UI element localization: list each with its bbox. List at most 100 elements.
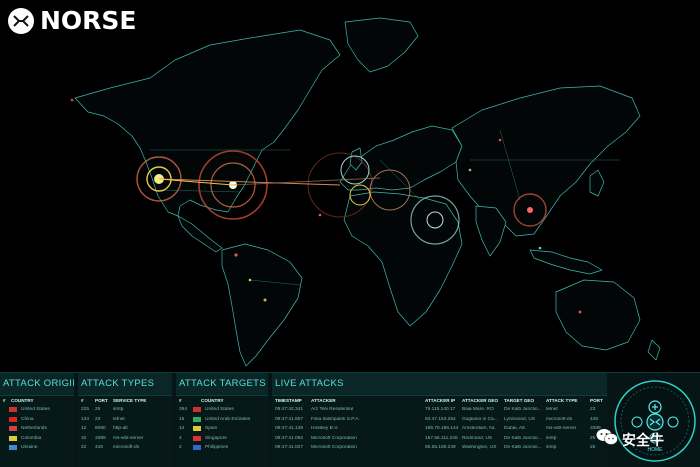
- col-port: PORT: [590, 398, 603, 403]
- attack-origins-title: ATTACK ORIGINS: [0, 373, 74, 396]
- type-port: 25: [95, 407, 101, 413]
- country-flag-icon: [193, 426, 201, 432]
- wechat-icon: [596, 428, 618, 451]
- targets-header: # COUNTRY: [176, 396, 268, 405]
- type-row: 22 445 microsoft-ds: [78, 443, 172, 453]
- type-count: 32: [81, 435, 87, 441]
- target-country: Spain: [205, 426, 218, 432]
- type-count: 12: [81, 426, 87, 432]
- live-attacker: Fisia Italimpianti S.P.A.: [311, 416, 360, 422]
- col-target-geo: TARGET GEO: [504, 398, 535, 403]
- target-count: 2: [179, 445, 182, 451]
- targets-list: 394 United States 16 United Arab Emirates 14…: [176, 405, 268, 453]
- col-service: SERVICE TYPE: [113, 398, 147, 403]
- origin-row: Netherlands: [0, 424, 74, 434]
- country-flag-icon: [193, 435, 201, 441]
- col-port: PORT: [95, 398, 108, 403]
- watermark: 安全牛: [596, 428, 664, 451]
- col-count: #: [179, 398, 182, 403]
- type-port: 3389: [95, 435, 106, 441]
- origins-list: United States China Netherlands Colombia Ukr…: [0, 405, 74, 453]
- type-row: 133 23 telnet: [78, 415, 172, 425]
- live-attacks-panel: LIVE ATTACKS TIMESTAMP ATTACKER ATTACKER…: [272, 373, 607, 467]
- col-attacker: ATTACKER: [311, 398, 336, 403]
- live-time: 09:47:41.138: [275, 426, 304, 432]
- live-geo: Baia Mare, RO: [462, 407, 494, 413]
- attack-map-screen: NORSE ATTACK ORIGINS # COUNTRY United St…: [0, 0, 700, 467]
- col-count: #: [3, 398, 6, 403]
- col-attack-type: ATTACK TYPE: [546, 398, 578, 403]
- target-count: 4: [179, 435, 182, 441]
- live-type: smtp: [546, 435, 557, 441]
- country-flag-icon: [9, 445, 17, 451]
- col-count: #: [81, 398, 84, 403]
- col-attacker-geo: ATTACKER GEO: [462, 398, 499, 403]
- control-dial[interactable]: HOME: [612, 377, 698, 465]
- origin-country: United States: [21, 407, 50, 413]
- live-attack-row[interactable]: 09:47:42.341 Arz Telv Residential 79.115.1…: [272, 405, 607, 415]
- live-port: 23: [590, 407, 596, 413]
- live-port: 25: [590, 445, 596, 451]
- type-service: smtp: [113, 407, 124, 413]
- type-count: 225: [81, 407, 90, 413]
- live-geo: Gugliano in Ca...: [462, 416, 498, 422]
- type-port: 23: [95, 416, 101, 422]
- live-attack-row[interactable]: 09:47:41.857 Fisia Italimpianti S.P.A. 83.…: [272, 415, 607, 425]
- target-country: Philippines: [205, 445, 229, 451]
- live-type: telnet: [546, 407, 558, 413]
- live-attacks-title: LIVE ATTACKS: [272, 373, 607, 396]
- origin-row: Colombia: [0, 434, 74, 444]
- target-row: 394 United States: [176, 405, 268, 415]
- country-flag-icon: [9, 435, 17, 441]
- country-flag-icon: [193, 407, 201, 413]
- target-row: 14 Spain: [176, 424, 268, 434]
- target-row: 4 Singapore: [176, 434, 268, 444]
- attack-targets-title: ATTACK TARGETS: [176, 373, 268, 396]
- types-list: 225 25 smtp 133 23 telnet 12 8080 http-alt 32 3389…: [78, 405, 172, 453]
- live-attacker: Arz Telv Residential: [311, 407, 354, 413]
- type-service: http-alt: [113, 426, 128, 432]
- norse-logo[interactable]: NORSE: [8, 6, 137, 35]
- world-map[interactable]: [0, 0, 700, 375]
- origin-row: China: [0, 415, 74, 425]
- live-time: 09:47:42.341: [275, 407, 304, 413]
- live-attack-row[interactable]: 09:47:41.027 Microsoft Corporation 65.55.1…: [272, 443, 607, 453]
- attack-origins-panel: ATTACK ORIGINS # COUNTRY United States Ch…: [0, 373, 74, 467]
- live-attacker: Microsoft Corporation: [311, 435, 357, 441]
- origin-row: Ukraine: [0, 443, 74, 453]
- type-count: 22: [81, 445, 87, 451]
- types-header: # PORT SERVICE TYPE: [78, 396, 172, 405]
- country-flag-icon: [193, 416, 201, 422]
- watermark-text: 安全牛: [622, 432, 664, 449]
- attack-types-panel: ATTACK TYPES # PORT SERVICE TYPE 225 25 sm…: [78, 373, 172, 467]
- live-ip: 65.55.169.249: [425, 445, 456, 451]
- live-attack-row[interactable]: 09:47:41.138 Hostkey B.V. 185.70.186.144 Am…: [272, 424, 607, 434]
- country-flag-icon: [193, 445, 201, 451]
- type-row: 32 3389 ms-wbt-server: [78, 434, 172, 444]
- attack-targets-panel: ATTACK TARGETS # COUNTRY 394 United State…: [176, 373, 268, 467]
- live-type: microsoft-ds: [546, 416, 573, 422]
- live-ip: 157.56.111.246: [425, 435, 458, 441]
- origin-country: Ukraine: [21, 445, 38, 451]
- country-flag-icon: [9, 426, 17, 432]
- origin-row: United States: [0, 405, 74, 415]
- col-attacker-ip: ATTACKER IP: [425, 398, 456, 403]
- origin-country: Colombia: [21, 435, 42, 441]
- live-target: De Kalb Junctio...: [504, 435, 542, 441]
- target-country: Singapore: [205, 435, 227, 441]
- origin-country: Netherlands: [21, 426, 47, 432]
- origin-country: China: [21, 416, 34, 422]
- type-count: 133: [81, 416, 90, 422]
- live-port: 445: [590, 416, 599, 422]
- live-geo: Washington, US: [462, 445, 497, 451]
- live-attack-row[interactable]: 09:47:41.082 Microsoft Corporation 157.56.…: [272, 434, 607, 444]
- target-count: 394: [179, 407, 188, 413]
- target-country: United Arab Emirates: [205, 416, 251, 422]
- live-time: 09:47:41.027: [275, 445, 304, 451]
- origins-header: # COUNTRY: [0, 396, 74, 405]
- live-target: De Kalb Junctio...: [504, 407, 542, 413]
- target-row: 2 Philippines: [176, 443, 268, 453]
- live-ip: 79.115.140.17: [425, 407, 456, 413]
- target-country: United States: [205, 407, 234, 413]
- logo-mark-icon: [8, 7, 34, 34]
